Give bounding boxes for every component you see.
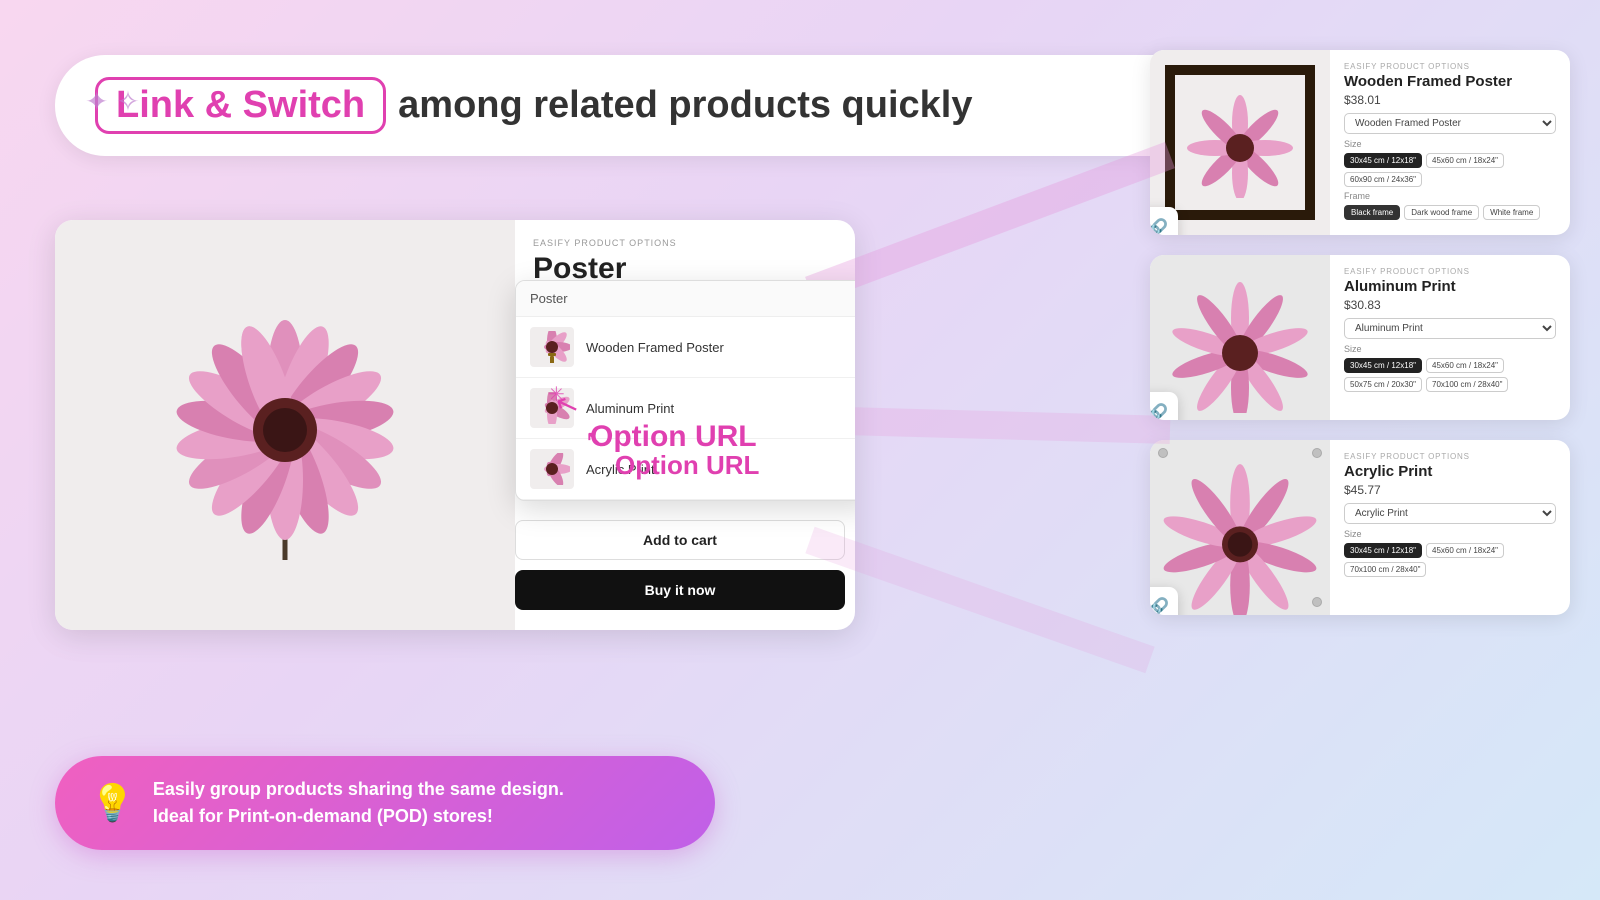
acrylic-size-btn-2[interactable]: 45x60 cm / 18x24" [1426,543,1504,558]
card-acrylic-select[interactable]: Acrylic Print [1344,503,1556,524]
card-wooden-price: $38.01 [1344,93,1556,107]
main-product-details: EASIFY PRODUCT OPTIONS Poster Poster [515,220,855,630]
card-wooden-image [1150,50,1330,235]
alum-size-btn-4[interactable]: 70x100 cm / 28x40" [1426,377,1508,392]
dropdown-thumb-aluminum [530,388,574,428]
buy-now-button[interactable]: Buy it now [515,570,845,610]
card-aluminum-select[interactable]: Aluminum Print [1344,318,1556,339]
dropdown-item-acrylic-label: Acrylic Print [586,462,655,477]
frame-btn-black[interactable]: Black frame [1344,205,1400,220]
lightbulb-icon: 💡 [90,782,135,824]
easify-label-main: EASIFY PRODUCT OPTIONS [515,220,855,252]
alum-size-btn-3[interactable]: 50x75 cm / 20x30" [1344,377,1422,392]
card-wooden-size-label: Size [1344,139,1556,149]
card-wooden-frame-label: Frame [1344,191,1556,201]
card-wooden-select[interactable]: Wooden Framed Poster [1344,113,1556,134]
frame-btn-white[interactable]: White frame [1483,205,1540,220]
card-acrylic-price: $45.77 [1344,483,1556,497]
card-aluminum-title: Aluminum Print [1344,278,1556,295]
card-easify-label-3: EASIFY PRODUCT OPTIONS [1344,452,1556,461]
card-acrylic-sizes: 30x45 cm / 12x18" 45x60 cm / 18x24" 70x1… [1344,543,1556,577]
size-btn-3[interactable]: 60x90 cm / 24x36" [1344,172,1422,187]
card-wooden-title: Wooden Framed Poster [1344,73,1556,90]
alum-size-btn-1[interactable]: 30x45 cm / 12x18" [1344,358,1422,373]
card-acrylic: EASIFY PRODUCT OPTIONS Acrylic Print $45… [1150,440,1570,615]
bottom-banner-text: Easily group products sharing the same d… [153,776,564,830]
product-dropdown[interactable]: Poster Wooden Framed Poster [515,280,855,501]
link-badge-2[interactable]: 🔗 [1150,392,1178,420]
size-btn-1[interactable]: 30x45 cm / 12x18" [1344,153,1422,168]
frame-btn-darkwood[interactable]: Dark wood frame [1404,205,1479,220]
main-product-image [55,220,515,630]
link-badge-3[interactable]: 🔗 [1150,587,1178,615]
card-wooden-sizes: 30x45 cm / 12x18" 45x60 cm / 18x24" 60x9… [1344,153,1556,187]
card-aluminum-image [1150,255,1330,420]
card-acrylic-title: Acrylic Print [1344,463,1556,480]
card-easify-label-2: EASIFY PRODUCT OPTIONS [1344,267,1556,276]
card-wooden: EASIFY PRODUCT OPTIONS Wooden Framed Pos… [1150,50,1570,235]
right-cards-container: EASIFY PRODUCT OPTIONS Wooden Framed Pos… [1150,50,1570,615]
dropdown-item-wooden-label: Wooden Framed Poster [586,340,724,355]
dropdown-thumb-acrylic [530,449,574,489]
card-aluminum-sizes: 30x45 cm / 12x18" 45x60 cm / 18x24" 50x7… [1344,358,1556,392]
header-tagline: among related products quickly [398,84,972,127]
main-product-card: EASIFY PRODUCT OPTIONS Poster Poster [55,220,855,630]
size-btn-2[interactable]: 45x60 cm / 18x24" [1426,153,1504,168]
dropdown-item-wooden[interactable]: Wooden Framed Poster [516,317,855,378]
dropdown-item-aluminum[interactable]: Aluminum Print [516,378,855,439]
dropdown-item-acrylic[interactable]: Acrylic Print [516,439,855,500]
card-acrylic-details: EASIFY PRODUCT OPTIONS Acrylic Print $45… [1330,440,1570,615]
sparkle-icon: ✦ ✧ [85,85,140,118]
dropdown-thumb-wooden [530,327,574,367]
card-aluminum-size-label: Size [1344,344,1556,354]
acrylic-size-btn-3[interactable]: 70x100 cm / 28x40" [1344,562,1426,577]
dropdown-header: Poster [516,281,855,317]
card-acrylic-size-label: Size [1344,529,1556,539]
dropdown-item-aluminum-label: Aluminum Print [586,401,674,416]
card-easify-label-1: EASIFY PRODUCT OPTIONS [1344,62,1556,71]
card-wooden-frames: Black frame Dark wood frame White frame [1344,205,1556,220]
add-to-cart-button[interactable]: Add to cart [515,520,845,560]
card-aluminum: EASIFY PRODUCT OPTIONS Aluminum Print $3… [1150,255,1570,420]
bottom-banner: 💡 Easily group products sharing the same… [55,756,715,850]
cursor-icon: ↖ [585,425,605,454]
card-acrylic-image [1150,440,1330,615]
card-wooden-details: EASIFY PRODUCT OPTIONS Wooden Framed Pos… [1330,50,1570,235]
card-aluminum-price: $30.83 [1344,298,1556,312]
card-aluminum-details: EASIFY PRODUCT OPTIONS Aluminum Print $3… [1330,255,1570,420]
acrylic-size-btn-1[interactable]: 30x45 cm / 12x18" [1344,543,1422,558]
link-badge-1[interactable]: 🔗 [1150,207,1178,235]
alum-size-btn-2[interactable]: 45x60 cm / 18x24" [1426,358,1504,373]
